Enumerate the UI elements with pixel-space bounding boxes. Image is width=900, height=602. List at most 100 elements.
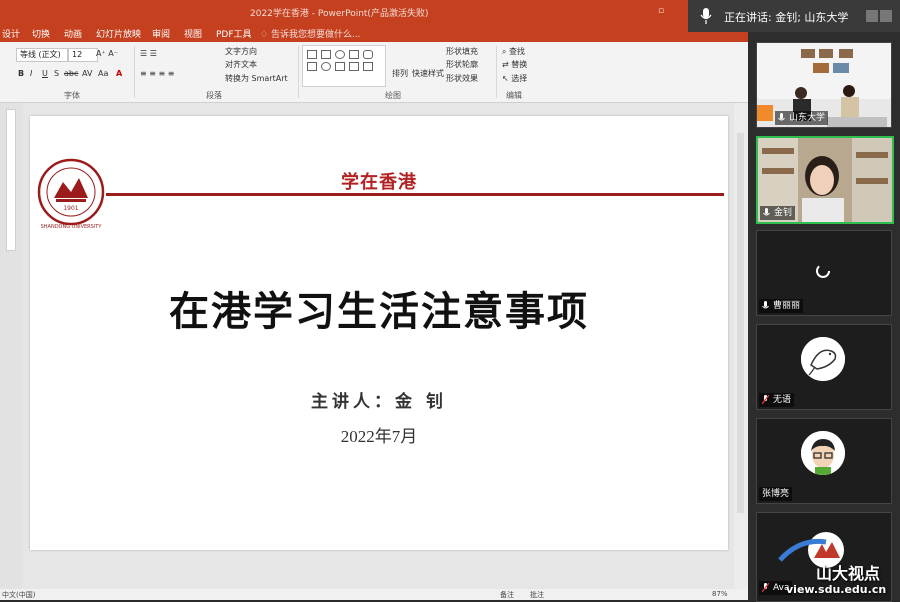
microphone-icon [778,113,785,121]
find-button[interactable]: ⌕ 查找 [502,46,525,57]
cursor-icon: ↖ [502,74,509,83]
text-direction-button[interactable]: 文字方向 [225,46,257,57]
strikethrough-icon[interactable]: abc [64,69,78,78]
watermark-url: view.sdu.edu.cn [786,583,887,596]
status-bar: 中文(中国) 备注 批注 87% [0,589,748,600]
textbox-shape-icon[interactable] [307,50,317,59]
bold-icon[interactable]: B [18,69,24,78]
select-button[interactable]: ↖ 选择 [502,73,527,84]
participant-tile[interactable]: 曹丽丽 [756,230,892,316]
line-shape-icon[interactable] [349,50,359,59]
bullets-icon[interactable]: ☰ ☰ [140,49,157,58]
title-bar: 2022学在香港 - PowerPoint(产品激活失败) ▫ [0,0,748,24]
triangle-shape-icon[interactable] [335,62,345,71]
participant-name: 曹丽丽 [759,299,804,313]
shape-fill-button[interactable]: 形状填充 [446,46,478,57]
comments-button[interactable]: 批注 [530,590,544,600]
font-name-select[interactable]: 等线 (正文) [16,48,68,62]
italic-icon[interactable]: I [30,69,32,78]
rounded-rect-shape-icon[interactable] [363,50,373,59]
rectangle-shape-icon[interactable] [321,50,331,59]
participant-name: 无语 [759,393,795,407]
tab-view[interactable]: 视图 [184,27,202,40]
microphone-icon [700,8,712,24]
oval-shape-icon[interactable] [335,50,345,59]
dove-avatar-icon [801,337,845,381]
participant-name: 张博亮 [759,487,793,501]
convert-smartart-button[interactable]: 转换为 SmartArt [225,73,288,84]
logo-year: 1901 [63,205,78,212]
tab-review[interactable]: 审阅 [152,27,170,40]
window-title: 2022学在香港 - PowerPoint(产品激活失败) [250,9,429,19]
arrange-button[interactable]: 排列 [392,68,408,79]
replace-label: 替换 [511,60,528,69]
shapes-gallery[interactable] [302,45,386,87]
watermark-brand: 山大视点 [816,564,881,583]
participant-name-label: 无语 [773,395,792,405]
shadow-icon[interactable]: S [54,69,59,78]
participant-tile-active[interactable]: 金钊 [756,136,894,224]
vertical-scrollbar[interactable] [734,103,748,589]
slide-header: 学在香港 [341,172,417,193]
tab-animations[interactable]: 动画 [64,27,82,40]
powerpoint-window: 2022学在香港 - PowerPoint(产品激活失败) ▫ 设计 切换 动画… [0,0,748,600]
tab-slideshow[interactable]: 幻灯片放映 [96,27,141,40]
header-rule [106,193,724,196]
speaking-indicator: 正在讲话: 金钊; 山东大学 [688,0,900,32]
divider [298,46,299,98]
divider [496,46,497,98]
participant-tile[interactable]: 无语 [756,324,892,410]
change-case-icon[interactable]: Aa [98,69,108,78]
slide[interactable]: 1901 SHANDONG UNIVERSITY 学在香港 在港学习生活注意事项… [30,116,728,550]
underline-icon[interactable]: U [42,69,48,78]
arrow-shape-icon[interactable] [349,62,359,71]
scroll-thumb[interactable] [737,133,744,513]
participant-avatar [801,337,845,381]
grow-font-icon[interactable]: A⁺ A⁻ [96,49,118,58]
participant-name-label: 张博亮 [762,489,790,499]
tell-me-search[interactable]: ♢ 告诉我您想要做什么... [260,27,361,40]
shape-effects-button[interactable]: 形状效果 [446,73,478,84]
group-drawing-label: 绘图 [385,91,401,100]
quick-styles-button[interactable]: 快速样式 [412,68,444,79]
restore-icon[interactable]: ▫ [655,5,667,17]
square-shape-icon[interactable] [307,62,317,71]
zoom-level[interactable]: 87% [712,590,728,598]
brace-shape-icon[interactable] [363,62,373,71]
circle-shape-icon[interactable] [321,62,331,71]
tab-transitions[interactable]: 切换 [32,27,50,40]
participant-tile[interactable]: 山东大学 [756,42,892,128]
tab-design[interactable]: 设计 [2,27,20,40]
char-spacing-icon[interactable]: AV [82,69,92,78]
replace-icon: ⇄ [502,60,509,69]
speaking-label: 正在讲话: 金钊; 山东大学 [724,11,849,24]
microphone-icon [763,208,770,216]
font-size-select[interactable]: 12 [68,48,98,62]
group-font-label: 字体 [64,91,80,100]
slide-date: 2022年7月 [340,427,418,446]
thumbnail-strip[interactable] [0,103,22,589]
notes-button[interactable]: 备注 [500,590,514,600]
tell-me-label: 告诉我您想要做什么... [270,30,361,40]
find-label: 查找 [509,47,526,56]
participant-name-label: 山东大学 [789,113,826,123]
select-label: 选择 [511,74,528,83]
font-color-icon[interactable]: A [116,69,122,78]
shape-outline-button[interactable]: 形状轮廓 [446,59,478,70]
participant-name-label: 曹丽丽 [773,301,801,311]
user-avatar-icon [757,105,773,121]
divider [134,46,135,98]
tab-pdf-tools[interactable]: PDF工具 [216,27,252,40]
microphone-muted-icon [762,583,769,593]
logo-text: SHANDONG UNIVERSITY [41,224,103,230]
align-icon[interactable]: ≡ ≡ ≡ ≡ [140,69,174,78]
thumbnail-scrollbar[interactable] [6,109,16,251]
ribbon: 等线 (正文) 12 A⁺ A⁻ B I U S abc AV Aa A 字体 … [0,42,748,103]
lightbulb-icon: ♢ [260,30,269,40]
slide-title: 在港学习生活注意事项 [169,289,589,335]
group-editing-label: 编辑 [506,91,522,100]
participant-tile[interactable]: 张博亮 [756,418,892,504]
replace-button[interactable]: ⇄ 替换 [502,59,527,70]
grid-view-icon[interactable] [866,8,894,24]
align-text-button[interactable]: 对齐文本 [225,59,257,70]
